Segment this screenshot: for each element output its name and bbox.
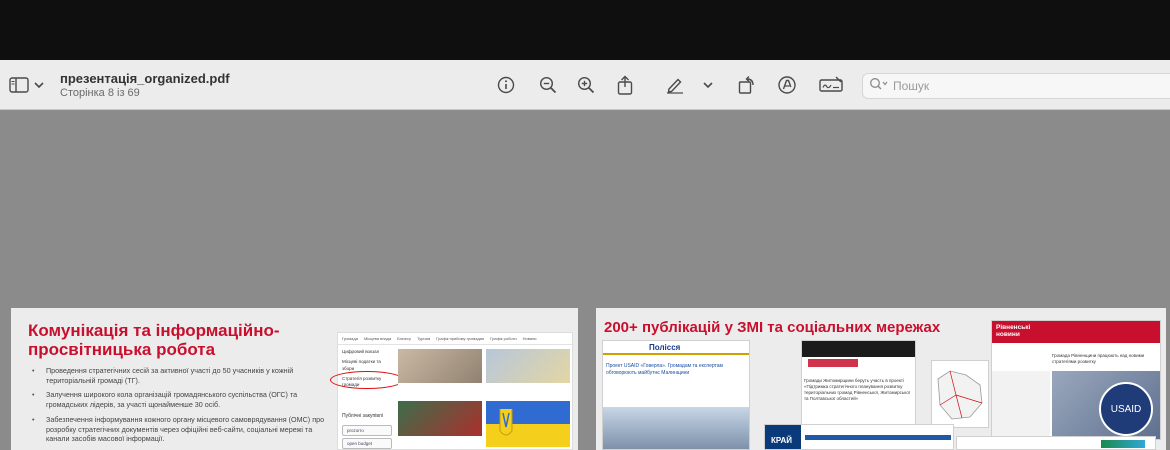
slide-title: 200+ публікацій у ЗМІ та соціальних мере… [604,319,941,336]
highlight-oval [330,371,404,389]
prozorro-badge: prozorro [342,425,392,436]
svg-text:USAID: USAID [1111,404,1142,415]
slide-title: Комунікація та інформаційно-просвітницьк… [28,321,280,359]
menu-item: Публічні закупівлі [342,413,383,419]
chevron-down-icon[interactable] [703,73,713,97]
nav-item: Місцева влада [363,336,392,341]
media-clip: КРАЙ [764,424,954,450]
bullet-item: Залучення широкого кола організацій гром… [28,390,328,409]
menu-item: Цифровий вокзал [342,349,380,354]
news-thumbnail [398,401,482,447]
nav-item: Громада [342,336,358,341]
annotate-icon[interactable] [777,73,797,97]
menu-item: Місцеві податки та збори [342,359,381,371]
search-field[interactable]: Пошук [862,73,1170,99]
signature-icon[interactable] [819,73,843,97]
outlet-name: Полісся [649,343,681,352]
clip-photo: USAID [1052,371,1160,439]
pdf-page-right: 200+ публікацій у ЗМІ та соціальних мере… [596,308,1166,450]
rotate-icon[interactable] [737,73,757,97]
pdf-page-left: Комунікація та інформаційно-просвітницьк… [11,308,578,450]
website-nav: Громада Місцева влада Бізнесу Туризм Гра… [338,333,574,345]
share-icon[interactable] [616,73,634,97]
media-clip: Полісся Проект USAID «Говерла». Громадам… [602,340,750,450]
nav-item: Новини [522,336,537,341]
news-thumbnail [398,349,482,394]
zoom-out-icon[interactable] [539,73,557,97]
bullet-item: Проведення стратегічних сесій за активно… [28,366,328,385]
clip-photo [603,407,749,449]
website-screenshot: Громада Місцева влада Бізнесу Туризм Гра… [330,332,574,450]
search-placeholder: Пошук [893,79,930,93]
markup-pen-icon[interactable] [665,73,685,97]
clip-headline: Громади Житомирщини беруть участь в прое… [804,378,911,401]
nav-item: Туризм [416,336,431,341]
open-budget-badge: open budget [342,438,392,449]
zoom-in-icon[interactable] [577,73,595,97]
map-clip [931,360,989,428]
outlet-name: Рівненські новини [996,324,1031,339]
window-top-bar [0,0,1170,60]
bullet-item: Забезпечення інформування кожного органу… [28,415,328,444]
outlet-name: КРАЙ [771,436,793,445]
nav-item: Графік роботи [490,336,517,341]
nav-item: Бізнесу [397,336,411,341]
clip-headline: Проект USAID «Говерла». Громадам та експ… [606,363,723,376]
info-icon[interactable] [497,73,515,97]
page-indicator: Сторінка 8 із 69 [60,87,140,99]
clip-map [992,371,1050,439]
clip-headline: Громада Рівненщини працюють над новими с… [1052,353,1145,364]
document-filename: презентація_organized.pdf [60,71,230,86]
coat-of-arms-thumbnail [486,401,570,447]
news-thumbnail [486,349,570,394]
media-clip [956,436,1156,450]
media-clip: Рівненські новини Громада Рівненщини пра… [991,320,1161,440]
search-icon [869,77,889,96]
bullet-list: Проведення стратегічних сесій за активно… [28,366,328,449]
nav-item: Графік прийому громадян [436,336,485,341]
sidebar-icon[interactable] [9,73,29,97]
chevron-down-icon[interactable] [34,73,44,97]
